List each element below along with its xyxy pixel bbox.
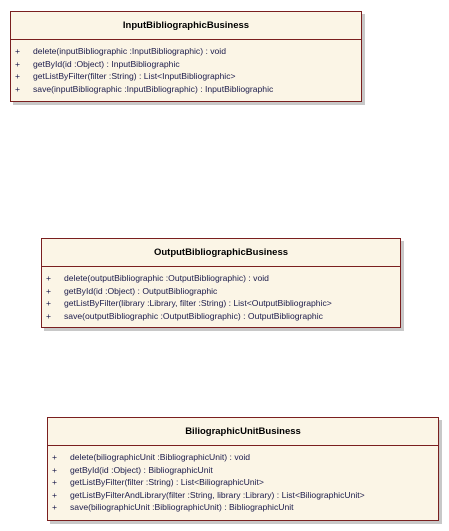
class-biliographic-unit-business[interactable]: BiliographicUnitBusiness + delete(biliog… — [47, 417, 439, 521]
visibility-marker: + — [52, 452, 58, 462]
operation-signature: getById(id :Object) : InputBibliographic — [33, 58, 180, 69]
visibility-marker: + — [46, 298, 52, 308]
operation-row: + getById(id :Object) : OutputBibliograp… — [42, 285, 400, 298]
operation-signature: getListByFilterAndLibrary(filter :String… — [70, 489, 365, 500]
operation-signature: getById(id :Object) : BibliographicUnit — [70, 464, 213, 475]
class-name: BiliographicUnitBusiness — [48, 418, 438, 446]
visibility-marker: + — [52, 477, 58, 487]
class-name: InputBibliographicBusiness — [11, 12, 361, 40]
operation-row: + save(inputBibliographic :InputBibliogr… — [11, 83, 361, 96]
operation-signature: save(inputBibliographic :InputBibliograp… — [33, 83, 274, 94]
operation-signature: getListByFilter(filter :String) : List<I… — [33, 71, 236, 81]
operation-signature: getListByFilter(library :Library, filter… — [64, 298, 332, 308]
class-output-bibliographic-business[interactable]: OutputBibliographicBusiness + delete(out… — [41, 238, 401, 328]
operation-signature: getListByFilter(filter :String) : List<B… — [70, 477, 264, 487]
operation-row: + save(outputBibliographic :OutputBiblio… — [42, 310, 400, 323]
operation-signature: save(outputBibliographic :OutputBibliogr… — [64, 310, 323, 321]
operations-compartment: + delete(outputBibliographic :OutputBibl… — [42, 267, 400, 322]
visibility-marker: + — [46, 273, 52, 283]
visibility-marker: + — [46, 310, 52, 321]
visibility-marker: + — [52, 464, 58, 475]
visibility-marker: + — [46, 285, 52, 296]
operations-compartment: + delete(biliographicUnit :Bibliographic… — [48, 446, 438, 514]
class-name: OutputBibliographicBusiness — [42, 239, 400, 267]
operation-row: + delete(biliographicUnit :Bibliographic… — [48, 451, 438, 464]
operation-signature: delete(inputBibliographic :InputBibliogr… — [33, 46, 226, 56]
class-input-bibliographic-business[interactable]: InputBibliographicBusiness + delete(inpu… — [10, 11, 362, 102]
operation-row: + save(biliographicUnit :BibliographicUn… — [48, 501, 438, 514]
operation-signature: save(biliographicUnit :BibliographicUnit… — [70, 502, 294, 512]
visibility-marker: + — [52, 502, 58, 512]
operation-row: + getListByFilter(filter :String) : List… — [11, 70, 361, 83]
operation-row: + getById(id :Object) : BibliographicUni… — [48, 464, 438, 477]
visibility-marker: + — [52, 489, 58, 500]
operation-signature: delete(biliographicUnit :BibliographicUn… — [70, 452, 251, 462]
visibility-marker: + — [15, 46, 21, 56]
operation-row: + getListByFilter(library :Library, filt… — [42, 297, 400, 310]
operation-row: + getListByFilterAndLibrary(filter :Stri… — [48, 489, 438, 502]
operation-row: + delete(outputBibliographic :OutputBibl… — [42, 272, 400, 285]
visibility-marker: + — [15, 83, 21, 94]
operation-signature: delete(outputBibliographic :OutputBiblio… — [64, 273, 269, 283]
visibility-marker: + — [15, 58, 21, 69]
operation-signature: getById(id :Object) : OutputBibliographi… — [64, 285, 218, 296]
operation-row: + getById(id :Object) : InputBibliograph… — [11, 58, 361, 71]
operation-row: + delete(inputBibliographic :InputBiblio… — [11, 45, 361, 58]
operation-row: + getListByFilter(filter :String) : List… — [48, 476, 438, 489]
visibility-marker: + — [15, 71, 21, 81]
operations-compartment: + delete(inputBibliographic :InputBiblio… — [11, 40, 361, 95]
